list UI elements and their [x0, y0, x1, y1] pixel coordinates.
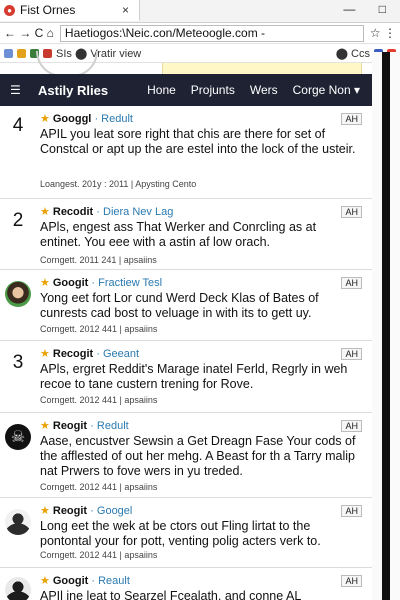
- item-header: ★ Recogit · Geeant: [40, 347, 139, 360]
- item-meta: Corngett. 2012 441 | apsaiins: [40, 550, 158, 560]
- item-header: ★ Googit · Fractiew Tesl: [40, 276, 162, 289]
- item-header: ★ Googgl · Redult: [40, 112, 133, 125]
- scrollbar-track[interactable]: [372, 52, 400, 600]
- item-body: APIl ine leat to Searzel Fcealath, and c…: [40, 589, 302, 600]
- bookmark-icon[interactable]: [4, 48, 13, 58]
- avatar-slot: [4, 508, 32, 536]
- item-meta: Corngett. 2012 441 | apsaiins: [40, 482, 158, 492]
- star-icon[interactable]: ★: [40, 420, 50, 432]
- star-icon[interactable]: ★: [40, 277, 50, 289]
- avatar-slot: [4, 423, 32, 451]
- divider: [0, 269, 372, 270]
- avatar[interactable]: [5, 577, 31, 600]
- divider: [0, 497, 372, 498]
- item-subsource[interactable]: · Fractiew Tesl: [91, 277, 162, 289]
- browser-favicon-icon: ●: [4, 4, 15, 16]
- bookmarks-right-text[interactable]: ⬤ Ccs: [336, 47, 370, 60]
- avatar-slot: [4, 576, 32, 600]
- nav-link-dropdown[interactable]: Corge Non ▾: [293, 83, 360, 97]
- item-source[interactable]: Googit: [53, 277, 88, 289]
- item-source[interactable]: Reogit: [53, 505, 87, 517]
- item-body: Yong eet fort Lor cund Werd Deck Klas of…: [40, 291, 319, 320]
- avatar[interactable]: [5, 424, 31, 450]
- nav-link-home[interactable]: Hone: [147, 83, 176, 97]
- item-subsource[interactable]: · Googel: [90, 505, 132, 517]
- address-bar[interactable]: Haetiogos:\Neic.con/Meteoogle.com -: [59, 24, 364, 42]
- address-bar-url: Haetiogos:\Neic.con/Meteoogle.com -: [64, 26, 266, 40]
- item-tag[interactable]: AH: [341, 505, 362, 517]
- item-subsource[interactable]: · Diera Nev Lag: [96, 206, 173, 218]
- item-tag[interactable]: AH: [341, 420, 362, 432]
- browser-tab[interactable]: ● Fist Ornes ×: [0, 0, 140, 21]
- item-body: APls, engest ass That Werker and Conrcli…: [40, 220, 317, 249]
- divider: [0, 340, 372, 341]
- item-tag[interactable]: AH: [341, 206, 362, 218]
- item-body: Aase, encustver Sewsin a Get Dreagn Fase…: [40, 434, 356, 478]
- item-header: ★ Googit · Reault: [40, 574, 130, 587]
- item-source[interactable]: Recodit: [53, 206, 93, 218]
- item-tag[interactable]: AH: [341, 113, 362, 125]
- avatar-slot: [4, 280, 32, 308]
- scrollbar-thumb[interactable]: [382, 52, 390, 600]
- item-tag[interactable]: AH: [341, 575, 362, 587]
- window-controls[interactable]: — □: [343, 2, 396, 16]
- nav-link-wers[interactable]: Wers: [250, 83, 278, 97]
- brand-title[interactable]: Astily Rlies: [38, 83, 108, 98]
- item-header: ★ Reogit · Redult: [40, 419, 129, 432]
- nav-link-projects[interactable]: Projunts: [191, 83, 235, 97]
- divider: [0, 198, 372, 199]
- item-tag[interactable]: AH: [341, 348, 362, 360]
- divider: [0, 412, 372, 413]
- avatar[interactable]: [5, 509, 31, 535]
- browser-navigation-row: ← → C ⌂ Haetiogos:\Neic.con/Meteoogle.co…: [0, 23, 400, 44]
- item-body: APIL you leat sore right that chis are t…: [40, 127, 356, 156]
- item-subsource[interactable]: · Redult: [90, 420, 129, 432]
- feed-list: 4 ★ Googgl · Redult AH APIL you leat sore…: [0, 106, 372, 600]
- avatar[interactable]: [5, 281, 31, 307]
- item-subsource[interactable]: · Geeant: [96, 348, 139, 360]
- item-meta: Corngett. 2012 441 | apsaiins: [40, 395, 158, 405]
- star-icon[interactable]: ★: [40, 575, 50, 587]
- star-icon[interactable]: ★: [40, 113, 50, 125]
- app-navbar: ☰ Astily Rlies Hone Projunts Wers Corge …: [0, 74, 372, 106]
- item-source[interactable]: Recogit: [53, 348, 93, 360]
- rank-number: 2: [12, 210, 24, 231]
- item-meta: Corngett. 2011 241 | apsaiins: [40, 255, 157, 265]
- item-subsource[interactable]: · Redult: [94, 113, 133, 125]
- browser-toolbar-icons[interactable]: ☆ ⋮: [370, 26, 396, 40]
- star-icon[interactable]: ★: [40, 505, 50, 517]
- item-subsource[interactable]: · Reault: [91, 575, 130, 587]
- divider: [0, 567, 372, 568]
- navigation-buttons[interactable]: ← → C ⌂: [4, 26, 54, 40]
- item-source[interactable]: Reogit: [53, 420, 87, 432]
- star-icon[interactable]: ★: [40, 206, 50, 218]
- browser-tab-bar: ● Fist Ornes × — □: [0, 0, 400, 23]
- nav-links: Hone Projunts Wers Corge Non ▾: [147, 83, 360, 97]
- close-tab-icon[interactable]: ×: [122, 3, 129, 17]
- item-meta: Corngett. 2012 441 | apsaiins: [40, 324, 158, 334]
- item-tag[interactable]: AH: [341, 277, 362, 289]
- star-icon[interactable]: ★: [40, 348, 50, 360]
- item-body: APls, ergret Reddit's Marage inatel Ferl…: [40, 362, 348, 391]
- item-source[interactable]: Googit: [53, 575, 88, 587]
- folder-icon[interactable]: [17, 48, 26, 58]
- item-header: ★ Reogit · Googel: [40, 504, 132, 517]
- rank-number: 3: [12, 352, 24, 373]
- item-meta: Loangest. 201y : 2011 | Apysting Cento: [40, 179, 197, 189]
- menu-icon[interactable]: ☰: [10, 83, 24, 97]
- tab-title: Fist Ornes: [20, 3, 76, 17]
- item-body: Long eet the wek at be ctors out Fling l…: [40, 519, 321, 548]
- item-header: ★ Recodit · Diera Nev Lag: [40, 205, 173, 218]
- item-source[interactable]: Googgl: [53, 113, 92, 125]
- rank-number: 4: [12, 115, 24, 136]
